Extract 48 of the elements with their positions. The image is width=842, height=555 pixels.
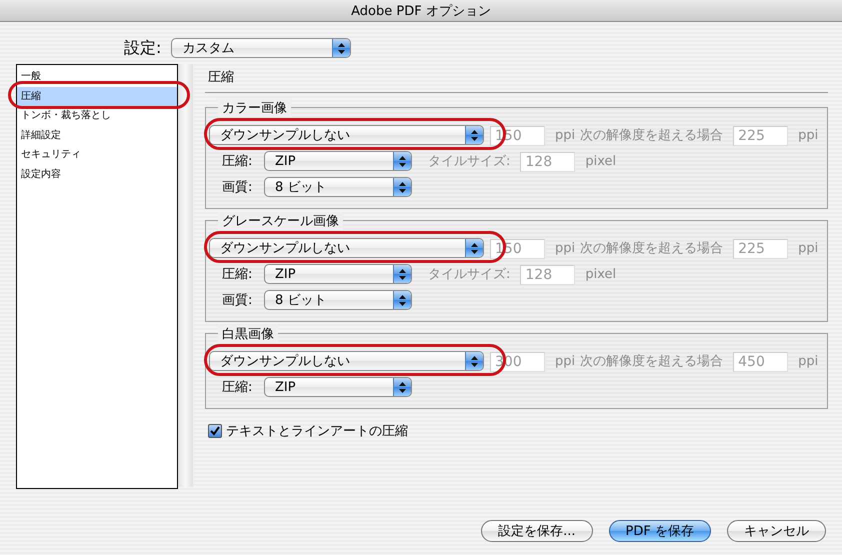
updown-arrows-icon [399,268,406,280]
sidebar-item[interactable]: 詳細設定 [17,126,177,145]
button[interactable]: キャンセル [727,520,826,542]
updown-arrows-icon [338,42,346,54]
updown-arrows-icon [399,182,406,192]
window-title: Adobe PDF オプション [351,2,491,20]
group-title: 白黒画像 [218,325,278,343]
threshold-label: 次の解像度を超える場合 [580,127,724,144]
field-label: 圧縮: [222,266,254,283]
dropdown[interactable]: 8 ビット [264,290,412,310]
tile-size-label: タイルサイズ: [428,153,510,170]
unit-label: ppi [798,354,818,368]
unit-label: ppi [555,128,576,142]
unit-label: ppi [798,128,818,142]
unit-label: ppi [798,240,818,256]
sidebar-item[interactable]: 設定内容 [17,164,177,184]
field-label: 圧縮: [222,153,254,170]
dropdown[interactable]: 8 ビット [264,177,412,197]
section-title: 圧縮 [207,69,235,87]
updown-arrows-icon [399,156,406,166]
tile-size-label: タイルサイズ: [428,266,510,283]
sidebar-item[interactable]: トンボ・裁ち落とし [17,106,177,126]
threshold-label: 次の解像度を超える場合 [580,353,724,370]
updown-arrows-icon [471,356,478,366]
updown-arrows-icon [399,382,406,392]
sidebar-item[interactable]: セキュリティ [17,145,177,164]
updown-arrows-icon [471,242,478,254]
updown-arrows-icon [399,294,406,306]
unit-label: ppi [555,240,576,256]
button[interactable]: 設定を保存... [481,520,593,542]
sidebar-item[interactable]: 圧縮 [17,86,177,106]
preset-label: 設定: [124,38,162,58]
sidebar-item[interactable]: 一般 [17,67,177,86]
dropdown[interactable]: カスタム [171,38,352,58]
updown-arrows-icon [471,130,478,140]
dropdown[interactable]: ZIP [264,377,412,397]
default-button[interactable]: PDF を保存 [608,520,711,542]
unit-label: pixel [585,266,616,282]
unit-label: pixel [585,154,616,168]
checkbox-label: テキストとラインアートの圧縮 [226,423,408,440]
field-label: 画質: [222,292,254,309]
checkbox[interactable] [208,424,222,438]
group-title: カラー画像 [218,99,291,117]
threshold-label: 次の解像度を超える場合 [580,240,724,257]
field-label: 画質: [222,179,254,196]
field-label: 圧縮: [222,379,254,396]
unit-label: ppi [555,354,576,368]
group-title: グレースケール画像 [218,212,343,230]
